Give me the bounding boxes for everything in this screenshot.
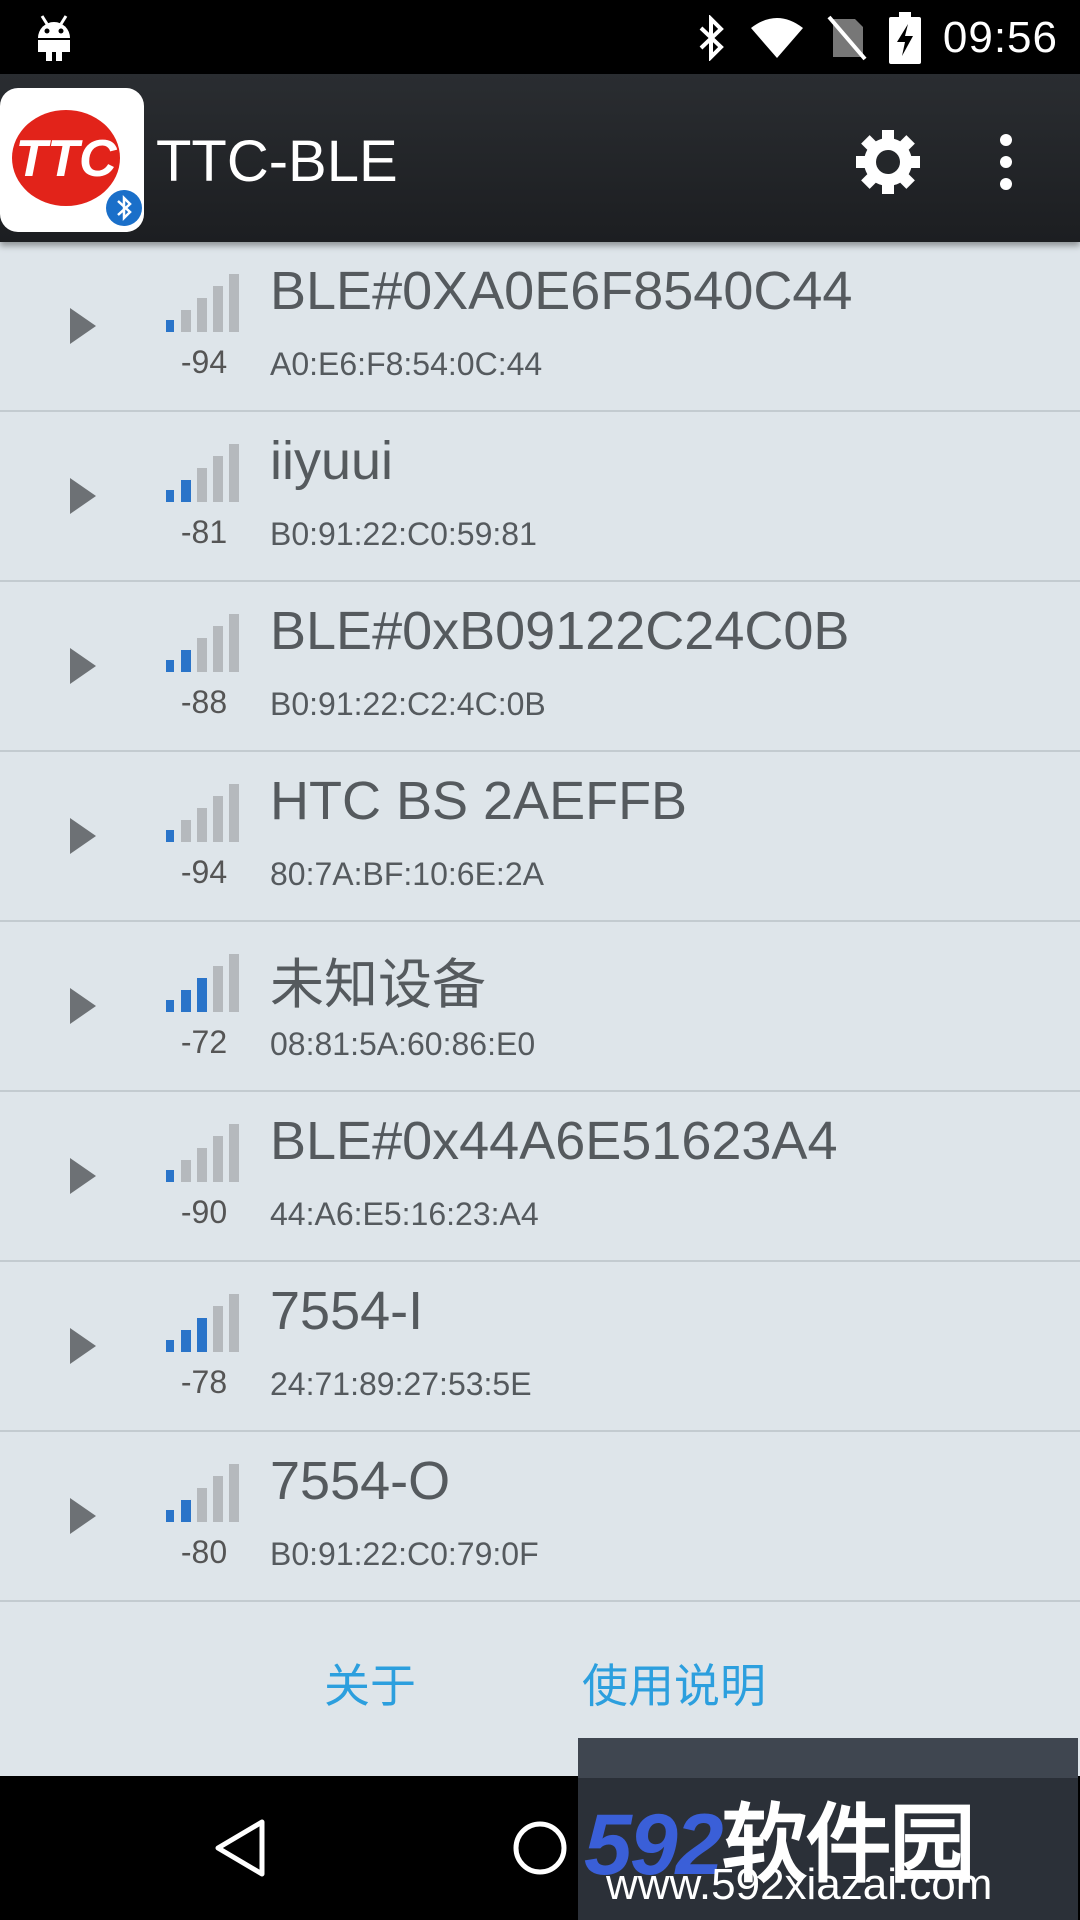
no-sim-icon [827,15,867,61]
app-logo[interactable]: TTC [0,88,144,232]
device-name: HTC BS 2AEFFB [270,771,688,831]
status-bar: 09:56 [0,0,1080,74]
device-name: BLE#0x44A6E51623A4 [270,1111,838,1171]
play-arrow-icon[interactable] [68,1156,98,1196]
rssi-value: -78 [180,1364,228,1400]
device-mac: B0:91:22:C0:79:0F [270,1536,539,1572]
svg-text:TTC: TTC [15,130,118,188]
play-arrow-icon[interactable] [68,1496,98,1536]
device-name: 7554-O [270,1451,451,1511]
rssi-value: -94 [180,854,228,890]
user-guide-link[interactable]: 使用说明 [582,1650,766,1716]
home-icon[interactable] [512,1820,568,1876]
device-row[interactable]: -78 7554-I 24:71:89:27:53:5E [0,1262,1080,1432]
device-row[interactable]: -88 BLE#0xB09122C24C0B B0:91:22:C2:4C:0B [0,582,1080,752]
play-arrow-icon[interactable] [68,476,98,516]
play-arrow-icon[interactable] [68,816,98,856]
rssi-value: -80 [180,1534,228,1570]
device-name: BLE#0xB09122C24C0B [270,601,850,661]
device-mac: B0:91:22:C2:4C:0B [270,686,546,722]
device-mac: 80:7A:BF:10:6E:2A [270,856,544,892]
play-arrow-icon[interactable] [68,986,98,1026]
device-list: -94 BLE#0XA0E6F8540C44 A0:E6:F8:54:0C:44… [0,242,1080,1602]
device-name: 未知设备 [270,955,486,1015]
device-row[interactable]: -81 iiyuui B0:91:22:C0:59:81 [0,412,1080,582]
overflow-menu-icon[interactable] [986,126,1026,198]
device-mac: 08:81:5A:60:86:E0 [270,1026,536,1062]
app-title: TTC-BLE [156,129,398,194]
rssi-value: -94 [180,344,228,380]
signal-strength-icon [166,614,239,672]
bluetooth-icon [699,15,724,61]
back-icon[interactable] [210,1816,270,1880]
rssi-value: -72 [180,1024,228,1060]
action-bar: TTC TTC-BLE [0,74,1080,242]
device-name: iiyuui [270,431,394,491]
device-mac: A0:E6:F8:54:0C:44 [270,346,543,382]
about-link[interactable]: 关于 [324,1650,416,1716]
battery-charging-icon [888,12,921,64]
device-row[interactable]: -94 HTC BS 2AEFFB 80:7A:BF:10:6E:2A [0,752,1080,922]
device-row[interactable]: -80 7554-O B0:91:22:C0:79:0F [0,1432,1080,1602]
device-row[interactable]: -94 BLE#0XA0E6F8540C44 A0:E6:F8:54:0C:44 [0,242,1080,412]
signal-strength-icon [166,1464,239,1522]
signal-strength-icon [166,1124,239,1182]
footer-links: 关于 使用说明 [0,1650,1080,1720]
device-mac: 44:A6:E5:16:23:A4 [270,1196,539,1232]
device-mac: B0:91:22:C0:59:81 [270,516,537,552]
play-arrow-icon[interactable] [68,1326,98,1366]
watermark-url: www.592xiazai.com [606,1860,993,1909]
play-arrow-icon[interactable] [68,306,98,346]
device-name: BLE#0XA0E6F8540C44 [270,261,853,321]
watermark: 592软件园 www.592xiazai.com [578,1738,1078,1920]
ttc-logo-icon: TTC [12,110,142,226]
clock: 09:56 [942,13,1058,62]
device-row[interactable]: -72 未知设备 08:81:5A:60:86:E0 [0,922,1080,1092]
signal-strength-icon [166,274,239,332]
wifi-icon [750,18,803,58]
signal-strength-icon [166,784,239,842]
signal-strength-icon [166,444,239,502]
device-mac: 24:71:89:27:53:5E [270,1366,532,1402]
settings-icon[interactable] [852,126,924,198]
device-row[interactable]: -90 BLE#0x44A6E51623A4 44:A6:E5:16:23:A4 [0,1092,1080,1262]
play-arrow-icon[interactable] [68,646,98,686]
rssi-value: -88 [180,684,228,720]
signal-strength-icon [166,954,239,1012]
android-icon [38,15,70,61]
signal-strength-icon [166,1294,239,1352]
rssi-value: -81 [180,514,228,550]
device-name: 7554-I [270,1281,424,1341]
rssi-value: -90 [180,1194,228,1230]
